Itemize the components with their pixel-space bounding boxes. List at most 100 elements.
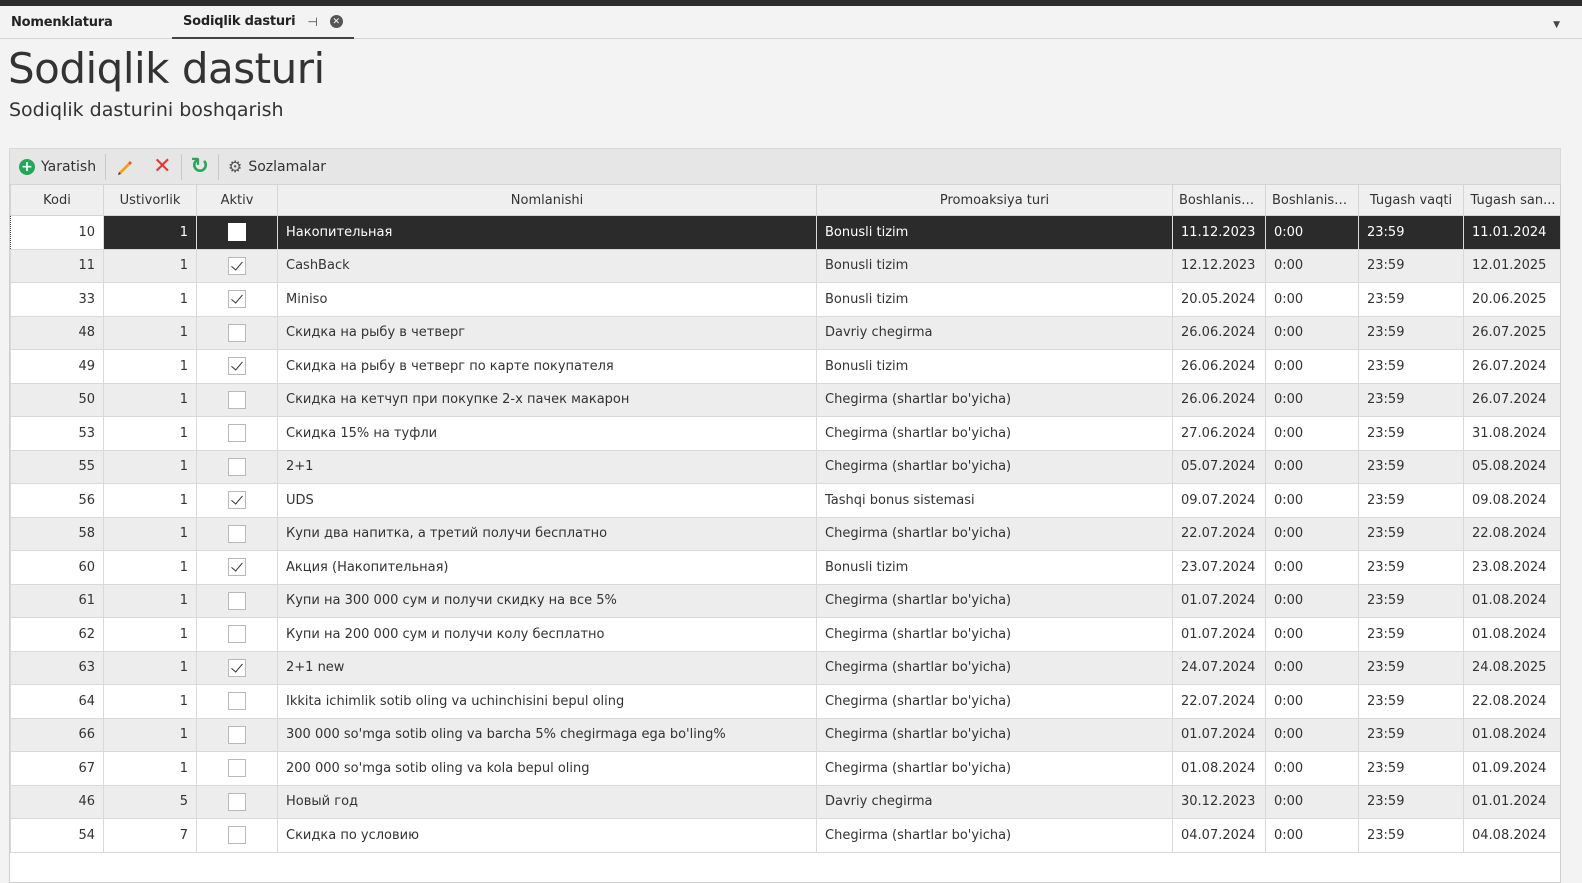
cell-kodi[interactable]: 11 [10,248,104,283]
cell-start-date[interactable]: 04.07.2024 [1172,818,1266,853]
settings-button[interactable]: ⚙ Sozlamalar [219,149,335,185]
cell-start-date[interactable]: 09.07.2024 [1172,483,1266,518]
table-row[interactable]: 49 1 Скидка на рыбу в четверг по карте пок… [10,349,1560,384]
column-header-start-date[interactable]: Boshlanish... [1172,184,1266,216]
cell-ustivorlik[interactable]: 1 [103,717,197,752]
cell-kodi[interactable]: 60 [10,550,104,585]
cell-ustivorlik[interactable]: 1 [103,684,197,719]
cell-kodi[interactable]: 49 [10,349,104,384]
cell-start-date[interactable]: 26.06.2024 [1172,315,1266,350]
cell-promoaksiya-turi[interactable]: Chegirma (shartlar bo'yicha) [816,382,1173,417]
cell-aktiv[interactable] [196,751,278,786]
cell-ustivorlik[interactable]: 1 [103,382,197,417]
cell-end-date[interactable]: 23.08.2024 [1463,550,1560,585]
cell-ustivorlik[interactable]: 1 [103,449,197,484]
cell-ustivorlik[interactable]: 7 [103,818,197,853]
cell-promoaksiya-turi[interactable]: Chegirma (shartlar bo'yicha) [816,617,1173,652]
cell-ustivorlik[interactable]: 1 [103,650,197,685]
cell-end-date[interactable]: 11.01.2024 [1463,215,1560,250]
refresh-button[interactable]: ↻ [182,149,218,185]
active-checkbox[interactable] [228,591,246,610]
table-row[interactable]: 66 1 300 000 so'mga sotib oling va barcha … [10,717,1560,752]
cell-end-time[interactable]: 23:59 [1358,550,1464,585]
cell-nomlanishi[interactable]: Скидка по условию [277,818,817,853]
cell-promoaksiya-turi[interactable]: Bonusli tizim [816,550,1173,585]
active-checkbox[interactable] [228,524,246,543]
table-row[interactable]: 61 1 Купи на 300 000 сум и получи скидку н… [10,583,1560,618]
cell-start-time[interactable]: 0:00 [1265,349,1359,384]
cell-start-date[interactable]: 20.05.2024 [1172,282,1266,317]
cell-end-time[interactable]: 23:59 [1358,315,1464,350]
cell-ustivorlik[interactable]: 1 [103,550,197,585]
cell-promoaksiya-turi[interactable]: Chegirma (shartlar bo'yicha) [816,818,1173,853]
cell-nomlanishi[interactable]: CashBack [277,248,817,283]
table-row[interactable]: 11 1 CashBack Bonusli tizim 12.12.2023 0:00 23… [10,248,1560,283]
active-checkbox[interactable] [228,826,246,845]
cell-end-time[interactable]: 23:59 [1358,248,1464,283]
cell-promoaksiya-turi[interactable]: Chegirma (shartlar bo'yicha) [816,751,1173,786]
column-header-end-date[interactable]: Tugash san... [1463,184,1560,216]
cell-nomlanishi[interactable]: Новый год [277,784,817,819]
table-row[interactable]: 63 1 2+1 new Chegirma (shartlar bo'yicha) 24… [10,650,1560,685]
cell-ustivorlik[interactable]: 1 [103,583,197,618]
cell-nomlanishi[interactable]: 2+1 [277,449,817,484]
cell-ustivorlik[interactable]: 5 [103,784,197,819]
edit-button[interactable] [106,149,144,185]
active-checkbox[interactable] [228,692,246,711]
active-checkbox[interactable] [228,323,246,342]
cell-start-time[interactable]: 0:00 [1265,215,1359,250]
cell-start-time[interactable]: 0:00 [1265,416,1359,451]
cell-end-date[interactable]: 24.08.2025 [1463,650,1560,685]
cell-start-time[interactable]: 0:00 [1265,315,1359,350]
cell-end-date[interactable]: 20.06.2025 [1463,282,1560,317]
column-header-aktiv[interactable]: Aktiv [196,184,278,216]
cell-start-date[interactable]: 23.07.2024 [1172,550,1266,585]
cell-kodi[interactable]: 33 [10,282,104,317]
cell-start-date[interactable]: 01.07.2024 [1172,617,1266,652]
cell-start-date[interactable]: 26.06.2024 [1172,382,1266,417]
active-checkbox[interactable] [228,725,246,744]
cell-end-time[interactable]: 23:59 [1358,784,1464,819]
cell-ustivorlik[interactable]: 1 [103,416,197,451]
close-icon[interactable]: ✕ [329,15,343,28]
cell-promoaksiya-turi[interactable]: Bonusli tizim [816,282,1173,317]
tab-nomenklatura[interactable]: Nomenklatura [0,6,124,39]
cell-start-date[interactable]: 26.06.2024 [1172,349,1266,384]
cell-end-date[interactable]: 01.08.2024 [1463,583,1560,618]
cell-promoaksiya-turi[interactable]: Davriy chegirma [816,315,1173,350]
table-row[interactable]: 56 1 UDS Tashqi bonus sistemasi 09.07.2024 0:… [10,483,1560,518]
cell-end-time[interactable]: 23:59 [1358,349,1464,384]
table-row[interactable]: 60 1 Акция (Накопительная) Bonusli tizim 23.… [10,550,1560,585]
active-checkbox[interactable] [228,223,246,242]
table-row[interactable]: 58 1 Купи два напитка, а третий получи бес… [10,516,1560,551]
cell-kodi[interactable]: 10 [10,215,104,250]
cell-aktiv[interactable] [196,349,278,384]
cell-kodi[interactable]: 53 [10,416,104,451]
cell-start-date[interactable]: 27.06.2024 [1172,416,1266,451]
table-row[interactable]: 67 1 200 000 so'mga sotib oling va kola be… [10,751,1560,786]
cell-nomlanishi[interactable]: Скидка 15% на туфли [277,416,817,451]
cell-ustivorlik[interactable]: 1 [103,248,197,283]
table-row[interactable]: 33 1 Miniso Bonusli tizim 20.05.2024 0:00 23:5… [10,282,1560,317]
column-header-nomlanishi[interactable]: Nomlanishi [277,184,817,216]
cell-start-time[interactable]: 0:00 [1265,282,1359,317]
cell-start-time[interactable]: 0:00 [1265,449,1359,484]
cell-ustivorlik[interactable]: 1 [103,751,197,786]
cell-end-time[interactable]: 23:59 [1358,282,1464,317]
cell-kodi[interactable]: 66 [10,717,104,752]
cell-aktiv[interactable] [196,416,278,451]
table-row[interactable]: 50 1 Скидка на кетчуп при покупке 2-х паче… [10,382,1560,417]
cell-start-time[interactable]: 0:00 [1265,516,1359,551]
cell-aktiv[interactable] [196,315,278,350]
cell-nomlanishi[interactable]: Купи на 200 000 сум и получи колу беспла… [277,617,817,652]
cell-kodi[interactable]: 63 [10,650,104,685]
cell-end-date[interactable]: 05.08.2024 [1463,449,1560,484]
cell-nomlanishi[interactable]: 300 000 so'mga sotib oling va barcha 5% … [277,717,817,752]
active-checkbox[interactable] [228,625,246,644]
cell-end-time[interactable]: 23:59 [1358,483,1464,518]
cell-promoaksiya-turi[interactable]: Chegirma (shartlar bo'yicha) [816,416,1173,451]
pin-icon[interactable]: ⊣ [307,15,317,29]
cell-start-date[interactable]: 30.12.2023 [1172,784,1266,819]
cell-end-date[interactable]: 22.08.2024 [1463,684,1560,719]
active-checkbox[interactable] [228,424,246,443]
